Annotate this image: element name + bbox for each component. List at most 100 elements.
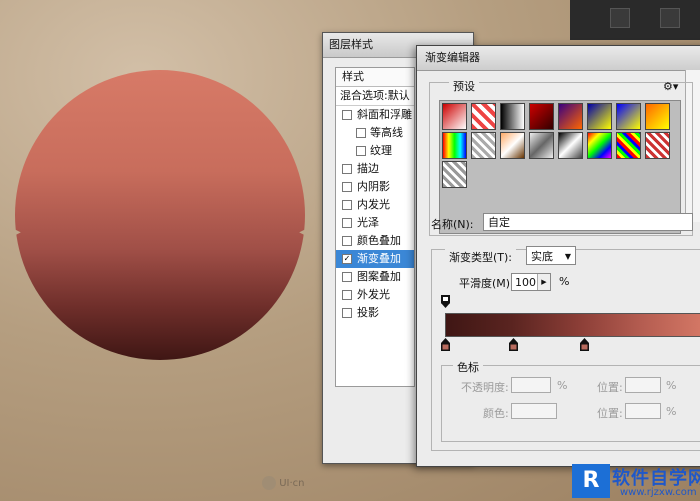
gradient-type-label: 渐变类型(T): bbox=[445, 249, 517, 265]
checkbox[interactable] bbox=[356, 128, 366, 138]
logo-icon bbox=[262, 476, 276, 490]
stops-label: 色标 bbox=[453, 359, 483, 375]
smoothness-input[interactable]: 100 ▶ bbox=[511, 273, 551, 291]
preset-swatch[interactable] bbox=[442, 132, 467, 159]
checkbox[interactable] bbox=[342, 182, 352, 192]
color-stop[interactable] bbox=[509, 338, 519, 351]
preset-swatch[interactable] bbox=[645, 103, 670, 130]
name-input[interactable]: 自定 bbox=[483, 213, 693, 231]
preset-swatch[interactable] bbox=[587, 103, 612, 130]
chevron-down-icon: ▼ bbox=[564, 252, 571, 261]
layer-style-item[interactable]: 投影 bbox=[336, 304, 414, 322]
layer-style-item-label: 内发光 bbox=[357, 198, 390, 211]
opacity-label: 不透明度: bbox=[461, 381, 509, 394]
position-input[interactable] bbox=[625, 377, 661, 393]
opacity-unit: % bbox=[557, 379, 568, 392]
checkbox[interactable]: ✓ bbox=[342, 254, 352, 264]
checkbox[interactable] bbox=[356, 146, 366, 156]
position-label-2: 位置: bbox=[597, 407, 623, 420]
layer-style-item-label: 渐变叠加 bbox=[357, 252, 401, 265]
preset-swatch[interactable] bbox=[529, 103, 554, 130]
color-label: 颜色: bbox=[483, 407, 509, 420]
smoothness-label: 平滑度(M): bbox=[459, 277, 514, 290]
checkbox[interactable] bbox=[342, 164, 352, 174]
gradient-sphere bbox=[15, 70, 305, 360]
smoothness-value: 100 bbox=[515, 276, 536, 289]
checkbox[interactable] bbox=[342, 110, 352, 120]
mini-icon[interactable] bbox=[610, 8, 630, 28]
layer-style-item[interactable]: 光泽 bbox=[336, 214, 414, 232]
gradient-editor-title: 渐变编辑器 bbox=[417, 46, 700, 71]
layer-style-item-label: 光泽 bbox=[357, 216, 379, 229]
opacity-stop[interactable] bbox=[441, 295, 450, 308]
stops-group bbox=[441, 365, 700, 442]
brand-logo: R bbox=[572, 464, 610, 498]
layer-style-item-label: 图案叠加 bbox=[357, 270, 401, 283]
gradient-editor-dialog: 渐变编辑器 预设 ⚙▾ 名称(N): 自定 渐变类型(T): 实底 ▼ 平滑度(… bbox=[416, 45, 700, 467]
layer-style-item-label: 外发光 bbox=[357, 288, 390, 301]
watermark-left-text: UI·cn bbox=[279, 478, 305, 489]
layer-style-item-label: 投影 bbox=[357, 306, 379, 319]
preset-swatch[interactable] bbox=[645, 132, 670, 159]
blend-options-row[interactable]: 混合选项:默认 bbox=[336, 87, 414, 106]
position-label: 位置: bbox=[597, 381, 623, 394]
preset-swatch[interactable] bbox=[558, 103, 583, 130]
preset-swatch[interactable] bbox=[529, 132, 554, 159]
layer-style-item[interactable]: 内发光 bbox=[336, 196, 414, 214]
color-swatch[interactable] bbox=[511, 403, 557, 419]
color-stop[interactable] bbox=[579, 338, 589, 351]
checkbox[interactable] bbox=[342, 200, 352, 210]
list-header[interactable]: 样式 bbox=[336, 68, 414, 87]
layer-style-item[interactable]: ✓ 渐变叠加 bbox=[336, 250, 414, 268]
presets-label: 预设 bbox=[449, 78, 479, 94]
watermark-left: UI·cn bbox=[262, 476, 304, 490]
checkbox[interactable] bbox=[342, 290, 352, 300]
name-label: 名称(N): bbox=[431, 218, 474, 231]
preset-swatch[interactable] bbox=[616, 103, 641, 130]
layer-style-item-label: 纹理 bbox=[370, 144, 392, 157]
gear-icon[interactable]: ⚙▾ bbox=[663, 80, 678, 93]
opacity-input[interactable] bbox=[511, 377, 551, 393]
layer-style-item[interactable]: 内阴影 bbox=[336, 178, 414, 196]
color-stop[interactable] bbox=[441, 338, 450, 351]
checkbox[interactable] bbox=[342, 218, 352, 228]
app-corner bbox=[570, 0, 700, 40]
chevron-right-icon[interactable]: ▶ bbox=[537, 274, 550, 290]
preset-swatch[interactable] bbox=[500, 103, 525, 130]
checkbox[interactable] bbox=[342, 308, 352, 318]
smoothness-unit: % bbox=[559, 275, 570, 288]
checkbox[interactable] bbox=[342, 236, 352, 246]
position-input-2[interactable] bbox=[625, 403, 661, 419]
layer-style-item[interactable]: 斜面和浮雕 bbox=[336, 106, 414, 124]
layer-style-list: 样式 混合选项:默认 斜面和浮雕等高线纹理描边内阴影内发光光泽颜色叠加 ✓ 渐变叠加… bbox=[335, 67, 415, 387]
gradient-type-value: 实底 bbox=[531, 250, 553, 263]
layer-style-item-label: 斜面和浮雕 bbox=[357, 108, 412, 121]
preset-swatch[interactable] bbox=[587, 132, 612, 159]
position-unit: % bbox=[666, 379, 677, 392]
layer-style-item[interactable]: 纹理 bbox=[336, 142, 414, 160]
layer-style-item[interactable]: 等高线 bbox=[336, 124, 414, 142]
preset-swatch[interactable] bbox=[558, 132, 583, 159]
layer-style-item[interactable]: 描边 bbox=[336, 160, 414, 178]
preset-swatch[interactable] bbox=[616, 132, 641, 159]
preset-swatch[interactable] bbox=[471, 132, 496, 159]
position-unit-2: % bbox=[666, 405, 677, 418]
checkbox[interactable] bbox=[342, 272, 352, 282]
gradient-bar[interactable] bbox=[445, 313, 700, 337]
preset-swatch[interactable] bbox=[442, 161, 467, 188]
layer-style-item-label: 描边 bbox=[357, 162, 379, 175]
preset-swatch[interactable] bbox=[500, 132, 525, 159]
mini-icon[interactable] bbox=[660, 8, 680, 28]
layer-style-item[interactable]: 图案叠加 bbox=[336, 268, 414, 286]
layer-style-item-label: 等高线 bbox=[370, 126, 403, 139]
layer-style-items: 斜面和浮雕等高线纹理描边内阴影内发光光泽颜色叠加 ✓ 渐变叠加图案叠加外发光投影 bbox=[336, 106, 414, 322]
preset-swatch[interactable] bbox=[471, 103, 496, 130]
layer-style-item[interactable]: 外发光 bbox=[336, 286, 414, 304]
brand-url: www.rjzxw.com bbox=[620, 487, 697, 498]
layer-style-item[interactable]: 颜色叠加 bbox=[336, 232, 414, 250]
layer-style-item-label: 颜色叠加 bbox=[357, 234, 401, 247]
watermark-right: R 软件自学网 www.rjzxw.com bbox=[570, 462, 700, 501]
layer-style-item-label: 内阴影 bbox=[357, 180, 390, 193]
preset-swatch[interactable] bbox=[442, 103, 467, 130]
gradient-type-select[interactable]: 实底 ▼ bbox=[526, 246, 576, 265]
